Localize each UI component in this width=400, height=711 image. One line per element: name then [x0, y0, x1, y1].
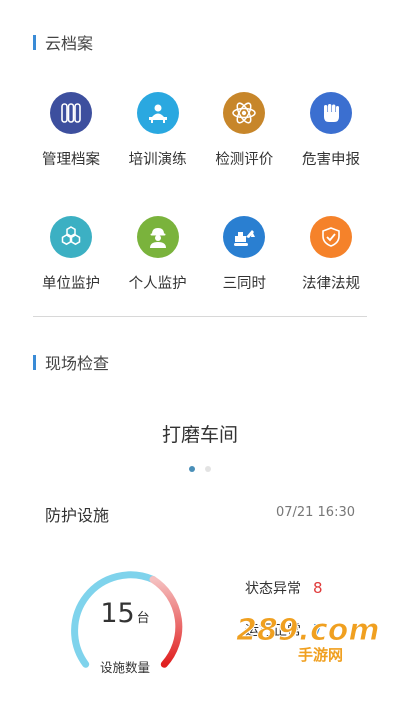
grid-row: 单位监护 个人监护 三同时 法律法规: [28, 216, 374, 293]
stat-value: 8: [313, 579, 323, 597]
shield-check-icon: [309, 216, 352, 258]
tile-label: 危害申报: [301, 152, 360, 168]
tile-hazard-report[interactable]: 危害申报: [288, 92, 374, 169]
section-title: 现场检查: [45, 354, 110, 373]
stat-label: 状态异常: [245, 581, 301, 597]
gauge-label: 设施数量: [99, 660, 150, 675]
card-timestamp: 07/21 16:30: [275, 505, 355, 520]
site-watermark-logo: 289.com 手游网: [236, 613, 381, 665]
tile-three-simultaneities[interactable]: 三同时: [201, 216, 287, 293]
section-title: 云档案: [45, 34, 94, 53]
tile-label: 法律法规: [301, 276, 360, 292]
hexagon-icon: [50, 216, 92, 258]
stat-abnormal[interactable]: 状态异常 8: [245, 578, 323, 598]
section-accent-bar: [33, 34, 36, 50]
watermark-subtext: 手游网: [298, 646, 343, 664]
atom-icon: [223, 92, 266, 134]
tile-label: 单位监护: [42, 276, 100, 292]
tile-training-drill[interactable]: 培训演练: [115, 92, 201, 169]
tile-unit-monitoring[interactable]: 单位监护: [28, 216, 114, 293]
tile-label: 个人监护: [128, 276, 187, 292]
tile-label: 管理档案: [42, 152, 100, 168]
tile-management-archive[interactable]: 管理档案: [28, 92, 114, 169]
fist-icon: [309, 92, 352, 134]
facility-count-gauge: 15 台 设施数量: [55, 556, 195, 686]
carousel-indicator: [0, 466, 400, 472]
tile-label: 三同时: [222, 276, 267, 292]
gauge-value: 15 台: [55, 598, 195, 629]
worker-icon: [136, 216, 179, 258]
cloud-archive-grid: 管理档案 培训演练 检测评价 危害申报 单位监护 个人监护 三同时 法律法规: [28, 92, 374, 293]
tile-inspection-evaluation[interactable]: 检测评价: [201, 92, 287, 169]
tile-personal-monitoring[interactable]: 个人监护: [115, 216, 201, 293]
card-title: 防护设施: [45, 506, 110, 525]
section-divider: [33, 316, 367, 317]
section-accent-bar: [33, 354, 36, 370]
gauge-unit: 台: [136, 611, 150, 626]
carousel-dot-active[interactable]: [189, 466, 195, 472]
excavator-icon: [223, 216, 266, 258]
tile-label: 培训演练: [128, 152, 187, 168]
section-header-cloud-archive: 云档案: [33, 30, 93, 54]
section-header-site-inspection: 现场检查: [33, 350, 109, 374]
grid-row: 管理档案 培训演练 检测评价 危害申报: [28, 92, 374, 169]
workshop-title: 打磨车间: [161, 424, 238, 446]
training-icon: [136, 92, 179, 134]
carousel-dot[interactable]: [205, 466, 211, 472]
tile-label: 检测评价: [215, 152, 274, 168]
tile-laws-regulations[interactable]: 法律法规: [288, 216, 374, 293]
watermark-text: 289.com: [236, 613, 380, 648]
gauge-number: 15: [100, 598, 135, 629]
archive-icon: [50, 92, 92, 134]
